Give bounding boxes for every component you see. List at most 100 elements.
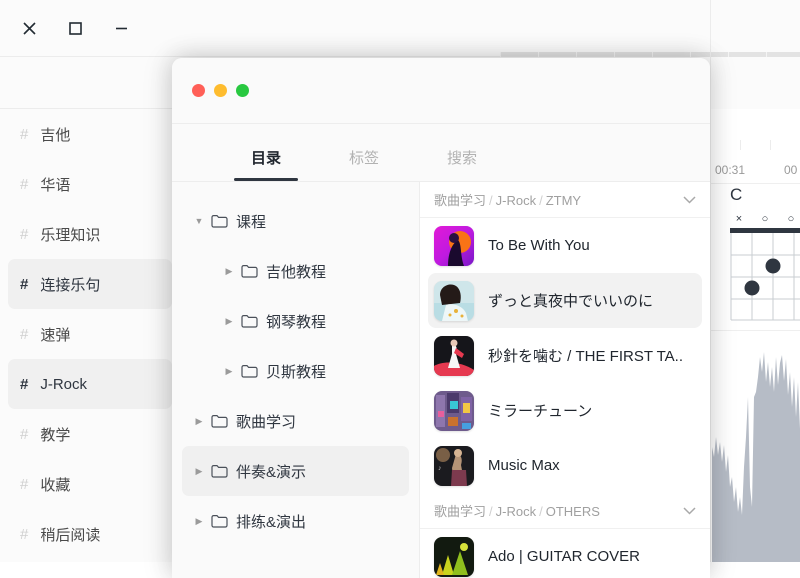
hash-icon: # <box>20 526 28 543</box>
timeline-time-label: 00:31 <box>715 163 745 177</box>
timeline-tick <box>710 140 711 156</box>
sidebar-item-1[interactable]: # 华语 <box>8 159 172 209</box>
tree-item-courses[interactable]: ▼ 课程 <box>182 196 409 246</box>
sidebar-item-label: 教学 <box>40 424 70 445</box>
sidebar-item-7[interactable]: # 收藏 <box>8 459 172 509</box>
song-row-1[interactable]: ずっと真夜中でいいのに <box>428 273 702 328</box>
chevron-right-icon[interactable]: ▶ <box>220 316 238 327</box>
background-sidebar: # 吉他 # 华语 # 乐理知识 # 连接乐句 # 速弹 # J-Rock # … <box>0 109 180 562</box>
modal-titlebar <box>172 58 710 124</box>
tree-item-label: 伴奏&演示 <box>236 461 306 482</box>
group-header-ztmy[interactable]: 歌曲学习/J-Rock/ZTMY <box>420 182 710 218</box>
sidebar-item-label: 乐理知识 <box>40 224 100 245</box>
song-row-2[interactable]: 秒針を噛む / THE FIRST TA.. <box>428 328 702 383</box>
song-row-5[interactable]: Ado | GUITAR COVER <box>428 529 702 578</box>
breadcrumb-part: ZTMY <box>546 193 581 208</box>
folder-icon <box>208 514 230 528</box>
breadcrumb-part: J-Rock <box>496 504 536 519</box>
song-list-pane[interactable]: 歌曲学习/J-Rock/ZTMY <box>420 182 710 578</box>
sidebar-item-2[interactable]: # 乐理知识 <box>8 209 172 259</box>
sidebar-item-label: 连接乐句 <box>40 274 100 295</box>
catalog-modal-window: 目录 标签 搜索 ▼ 课程 ▶ 吉他教程 ▶ <box>172 58 710 578</box>
tab-catalog[interactable]: 目录 <box>248 147 284 181</box>
folder-icon <box>238 314 260 328</box>
sidebar-item-label: 收藏 <box>40 474 70 495</box>
sidebar-item-5[interactable]: # J-Rock <box>8 359 172 409</box>
folder-icon <box>208 214 230 228</box>
tree-item-label: 歌曲学习 <box>236 411 296 432</box>
modal-body: ▼ 课程 ▶ 吉他教程 ▶ 钢琴教程 ▶ <box>172 182 710 578</box>
sidebar-item-6[interactable]: # 教学 <box>8 409 172 459</box>
song-row-3[interactable]: ミラーチューン <box>428 383 702 438</box>
breadcrumb-separator: / <box>489 193 493 208</box>
tree-item-label: 吉他教程 <box>266 261 326 282</box>
zoom-button[interactable] <box>236 84 249 97</box>
chord-marker-open: ○ <box>760 213 770 225</box>
close-button[interactable] <box>192 84 205 97</box>
song-title: ずっと真夜中でいいのに <box>488 290 653 311</box>
sidebar-item-label: J-Rock <box>40 376 87 393</box>
waveform-separator <box>710 330 800 331</box>
chevron-down-icon[interactable]: ▼ <box>190 216 208 226</box>
album-art-3 <box>434 336 474 376</box>
tab-tags[interactable]: 标签 <box>346 147 382 181</box>
ruler-tick <box>614 52 615 57</box>
breadcrumb-part: OTHERS <box>546 504 600 519</box>
folder-icon <box>208 414 230 428</box>
background-ruler <box>500 0 800 57</box>
maximize-icon[interactable] <box>58 11 92 45</box>
folder-icon <box>208 464 230 478</box>
chord-name: C <box>730 185 800 205</box>
tree-item-guitar-course[interactable]: ▶ 吉他教程 <box>182 246 409 296</box>
tree-item-label: 排练&演出 <box>236 511 306 532</box>
ruler-tick <box>576 52 577 57</box>
chevron-right-icon[interactable]: ▶ <box>190 416 208 427</box>
hash-icon: # <box>20 176 28 193</box>
chord-diagram: C × ○ ○ <box>730 185 800 327</box>
tab-search[interactable]: 搜索 <box>444 147 480 181</box>
tree-item-song-study[interactable]: ▶ 歌曲学习 <box>182 396 409 446</box>
chevron-right-icon[interactable]: ▶ <box>190 466 208 477</box>
album-art-1 <box>434 226 474 266</box>
minimize-icon[interactable] <box>104 11 138 45</box>
chord-marker-open: ○ <box>786 213 796 225</box>
sidebar-item-4[interactable]: # 速弹 <box>8 309 172 359</box>
ruler-tick <box>500 52 501 57</box>
timeline-tick <box>770 140 771 150</box>
tree-item-label: 贝斯教程 <box>266 361 326 382</box>
sidebar-item-label: 华语 <box>40 174 70 195</box>
chevron-down-icon[interactable] <box>683 503 696 518</box>
audio-waveform[interactable] <box>712 337 800 562</box>
song-row-4[interactable]: ♪ Music Max <box>428 438 702 493</box>
hash-icon: # <box>20 476 28 493</box>
album-art-5: ♪ <box>434 446 474 486</box>
breadcrumb-part: J-Rock <box>496 193 536 208</box>
song-title: 秒針を噛む / THE FIRST TA.. <box>488 345 683 366</box>
background-timeline[interactable]: 00:31 00 <box>710 140 800 184</box>
tree-item-label: 钢琴教程 <box>266 311 326 332</box>
sidebar-item-3[interactable]: # 连接乐句 <box>8 259 172 309</box>
ruler-tick <box>690 52 691 57</box>
breadcrumb: 歌曲学习/J-Rock/OTHERS <box>434 501 600 520</box>
minimize-button[interactable] <box>214 84 227 97</box>
tree-item-rehearsal-performance[interactable]: ▶ 排练&演出 <box>182 496 409 546</box>
folder-tree: ▼ 课程 ▶ 吉他教程 ▶ 钢琴教程 ▶ <box>172 182 420 578</box>
chevron-right-icon[interactable]: ▶ <box>220 366 238 377</box>
close-icon[interactable] <box>12 11 46 45</box>
tree-item-accompaniment-demo[interactable]: ▶ 伴奏&演示 <box>182 446 409 496</box>
tree-item-bass-course[interactable]: ▶ 贝斯教程 <box>182 346 409 396</box>
hash-icon: # <box>20 376 28 393</box>
sidebar-item-0[interactable]: # 吉他 <box>8 109 172 159</box>
chevron-down-icon[interactable] <box>683 192 696 207</box>
modal-tabbar: 目录 标签 搜索 <box>172 124 710 182</box>
song-row-0[interactable]: To Be With You <box>428 218 702 273</box>
song-title: Ado | GUITAR COVER <box>488 548 640 565</box>
tree-item-piano-course[interactable]: ▶ 钢琴教程 <box>182 296 409 346</box>
sidebar-item-8[interactable]: # 稍后阅读 <box>8 509 172 559</box>
chevron-right-icon[interactable]: ▶ <box>190 516 208 527</box>
chevron-right-icon[interactable]: ▶ <box>220 266 238 277</box>
group-header-others[interactable]: 歌曲学习/J-Rock/OTHERS <box>420 493 710 529</box>
background-divider <box>710 0 711 562</box>
album-art-6 <box>434 537 474 577</box>
background-titlebar <box>0 0 500 57</box>
